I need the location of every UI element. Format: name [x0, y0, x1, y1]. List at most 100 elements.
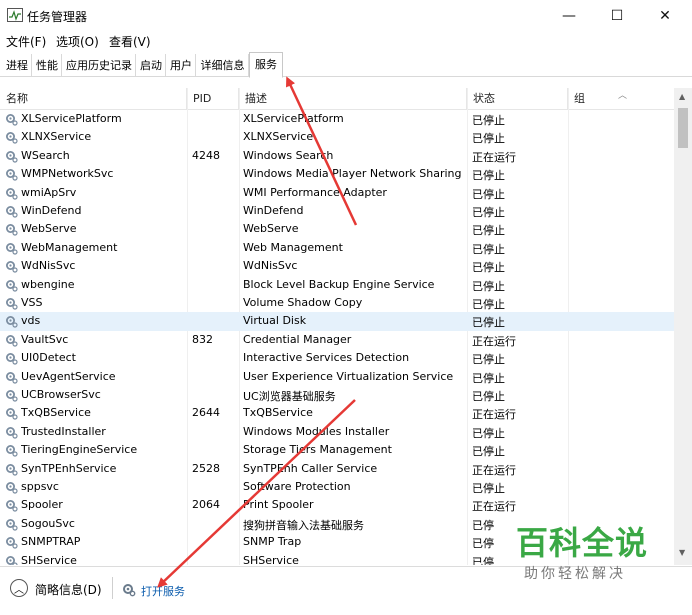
service-gear-icon	[6, 555, 18, 565]
open-services-link[interactable]: 打开服务	[141, 583, 185, 599]
service-name: wmiApSrv	[21, 185, 77, 199]
service-status: 已停止	[472, 279, 505, 293]
service-description: WMI Performance Adapter	[243, 185, 387, 199]
service-status: 已停止	[472, 390, 505, 403]
tab-users[interactable]: 用户	[167, 54, 196, 77]
service-name: SHService	[21, 553, 77, 565]
service-gear-icon	[6, 114, 18, 126]
service-row[interactable]: SynTPEnhService 2528 SynTPEnh Caller Servi…	[0, 460, 674, 478]
service-gear-icon	[6, 334, 18, 347]
service-name: WMPNetworkSvc	[21, 167, 114, 181]
service-description: Print Spooler	[243, 498, 314, 512]
service-row[interactable]: UCBrowserSvc UC浏览器基础服务 已停止	[0, 386, 674, 404]
service-row[interactable]: UevAgentService User Experience Virtualiz…	[0, 368, 674, 386]
tab-processes[interactable]: 进程	[3, 54, 32, 77]
service-row[interactable]: Spooler 2064 Print Spooler 正在运行	[0, 496, 674, 514]
service-name: vds	[21, 314, 41, 328]
tab-bar: 进程 性能 应用历史记录 启动 用户 详细信息 服务	[0, 52, 692, 78]
service-row[interactable]: WebManagement Web Management 已停止	[0, 239, 674, 257]
tab-startup[interactable]: 启动	[137, 54, 166, 77]
service-description: SNMP Trap	[243, 535, 302, 549]
service-name: TrustedInstaller	[21, 424, 106, 438]
menu-options[interactable]: 选项(O)	[56, 33, 99, 50]
service-description: SynTPEnh Caller Service	[243, 461, 378, 475]
service-gear-icon	[6, 150, 18, 163]
collapse-chevron-icon[interactable]: ︿	[10, 579, 28, 597]
window-title: 任务管理器	[27, 10, 88, 24]
service-row[interactable]: WinDefend WinDefend 已停止	[0, 202, 674, 220]
service-status: 正在运行	[472, 334, 516, 348]
service-gear-icon	[6, 242, 18, 255]
service-gear-icon	[6, 482, 18, 494]
service-gear-icon	[6, 279, 18, 292]
service-status: 已停止	[472, 187, 505, 201]
service-name: XLNXService	[21, 130, 92, 144]
scroll-up-icon[interactable]: ▲	[679, 92, 685, 101]
column-header-description[interactable]: 描述	[239, 88, 467, 110]
service-row[interactable]: sppsvc Software Protection 已停止	[0, 478, 674, 496]
service-status: 已停止	[472, 316, 505, 330]
service-name: UI0Detect	[21, 351, 76, 365]
service-status: 已停止	[472, 224, 505, 238]
service-name: wbengine	[21, 277, 75, 291]
service-row[interactable]: VaultSvc 832 Credential Manager 正在运行	[0, 331, 674, 349]
service-status: 已停止	[472, 169, 505, 183]
tab-services[interactable]: 服务	[249, 52, 283, 78]
service-row[interactable]: WMPNetworkSvc Windows Media Player Networ…	[0, 165, 674, 183]
vertical-scrollbar[interactable]: ▲ ▼	[674, 88, 692, 565]
scroll-down-icon[interactable]: ▼	[679, 548, 685, 557]
service-row[interactable]: TieringEngineService Storage Tiers Manage…	[0, 441, 674, 459]
service-status: 已停止	[472, 426, 505, 440]
service-row[interactable]: VSS Volume Shadow Copy 已停止	[0, 294, 674, 312]
minimize-button[interactable]: —	[546, 0, 592, 32]
service-pid: 2644	[192, 406, 220, 420]
service-name: XLServicePlatform	[21, 112, 122, 125]
tab-performance[interactable]: 性能	[33, 54, 62, 77]
service-row[interactable]: vds Virtual Disk 已停止	[0, 312, 674, 331]
service-description: SHService	[243, 553, 299, 565]
column-header-status[interactable]: 状态	[467, 88, 568, 110]
service-status: 已停止	[472, 206, 505, 219]
service-pid: 2064	[192, 498, 220, 512]
service-row[interactable]: TrustedInstaller Windows Modules Installe…	[0, 423, 674, 441]
fewer-details-button[interactable]: 简略信息(D)	[35, 581, 102, 598]
menu-view[interactable]: 查看(V)	[109, 33, 151, 50]
service-row[interactable]: WdNisSvc WdNisSvc 已停止	[0, 257, 674, 275]
service-description: TxQBService	[243, 406, 313, 420]
service-name: sppsvc	[21, 480, 59, 493]
service-status: 已停止	[472, 114, 505, 127]
service-name: VSS	[21, 296, 43, 309]
close-button[interactable]: ✕	[642, 0, 688, 32]
service-gear-icon	[6, 132, 18, 144]
service-name: TieringEngineService	[21, 443, 138, 457]
service-row[interactable]: WSearch 4248 Windows Search 正在运行	[0, 147, 674, 165]
service-gear-icon	[6, 298, 18, 310]
service-gear-icon	[6, 426, 18, 439]
service-gear-icon	[6, 371, 18, 384]
menu-file[interactable]: 文件(F)	[6, 33, 46, 50]
service-status: 已停止	[472, 482, 505, 495]
service-description: Volume Shadow Copy	[243, 296, 363, 309]
service-status: 已停止	[472, 353, 505, 367]
service-gear-icon	[6, 445, 18, 457]
scroll-thumb[interactable]	[678, 108, 688, 148]
service-gear-icon	[6, 261, 18, 273]
service-row[interactable]: WebServe WebServe 已停止	[0, 220, 674, 238]
footer-divider	[112, 577, 113, 599]
service-row[interactable]: wmiApSrv WMI Performance Adapter 已停止	[0, 184, 674, 202]
tab-details[interactable]: 详细信息	[197, 54, 249, 77]
service-row[interactable]: TxQBService 2644 TxQBService 正在运行	[0, 404, 674, 422]
column-header-name[interactable]: 名称	[0, 88, 187, 110]
menu-bar: 文件(F) 选项(O) 查看(V)	[0, 32, 692, 52]
service-description: XLServicePlatform	[243, 112, 344, 125]
service-description: User Experience Virtualization Service	[243, 369, 454, 383]
service-row[interactable]: XLNXService XLNXService 已停止	[0, 128, 674, 146]
service-row[interactable]: UI0Detect Interactive Services Detection 已…	[0, 349, 674, 367]
service-status: 已停止	[472, 132, 505, 146]
service-row[interactable]: wbengine Block Level Backup Engine Servic…	[0, 276, 674, 294]
column-header-pid[interactable]: PID	[187, 88, 239, 110]
tab-app-history[interactable]: 应用历史记录	[63, 54, 136, 77]
services-gear-icon	[123, 584, 136, 597]
maximize-button[interactable]: ☐	[594, 0, 640, 32]
service-row[interactable]: XLServicePlatform XLServicePlatform 已停止	[0, 110, 674, 128]
